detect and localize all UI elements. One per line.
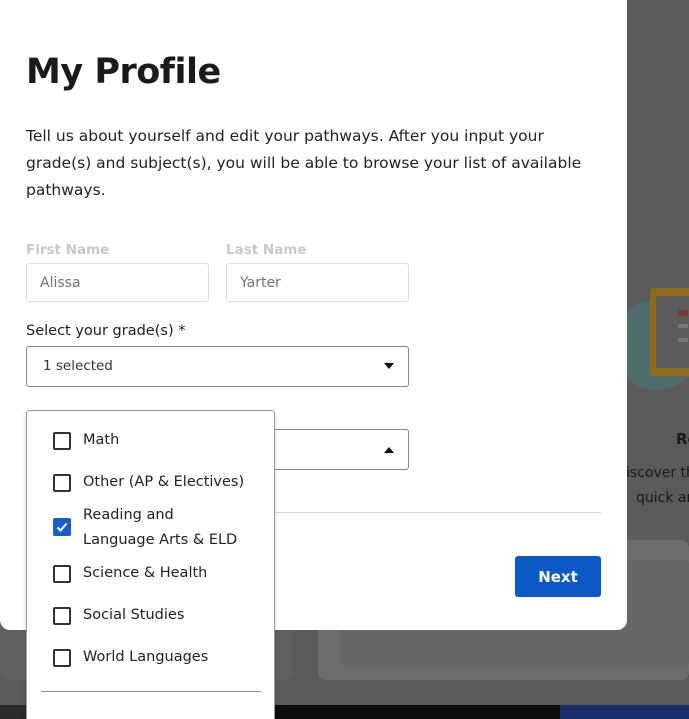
first-name-label: First Name — [26, 242, 110, 258]
chevron-up-icon — [384, 447, 394, 453]
subject-option-math[interactable]: Math — [27, 429, 274, 453]
checkbox-unchecked-icon[interactable] — [53, 565, 71, 583]
modal-divider — [276, 512, 601, 513]
clipboard-illustration-icon — [628, 288, 689, 384]
checkbox-unchecked-icon[interactable] — [53, 432, 71, 450]
page-title: My Profile — [26, 52, 221, 92]
background-card-text: quick ar — [636, 490, 689, 506]
checkbox-unchecked-icon[interactable] — [53, 474, 71, 492]
grade-select-label: Select your grade(s) * — [26, 323, 186, 339]
option-label: Reading and — [83, 507, 174, 523]
modal-description: Tell us about yourself and edit your pat… — [26, 127, 582, 199]
last-name-label: Last Name — [226, 242, 307, 258]
checkbox-checked-icon[interactable] — [53, 518, 71, 536]
grade-select-value: 1 selected — [43, 358, 113, 374]
option-label: Other (AP & Electives) — [83, 474, 245, 490]
background-card-text: iscover th — [626, 465, 689, 481]
option-label: Science & Health — [83, 565, 208, 581]
grade-select[interactable]: 1 selected — [26, 346, 409, 387]
option-label: World Languages — [83, 649, 209, 665]
last-name-input[interactable] — [226, 263, 409, 302]
chevron-down-icon — [384, 363, 394, 369]
next-button[interactable]: Next — [515, 556, 601, 597]
subject-option-other[interactable]: Other (AP & Electives) — [27, 471, 274, 495]
subject-option-science[interactable]: Science & Health — [27, 562, 274, 586]
option-label: Math — [83, 432, 120, 448]
first-name-input[interactable] — [26, 263, 209, 302]
taskbar-segment — [560, 705, 689, 719]
subject-dropdown-menu: Math Other (AP & Electives) Reading and … — [26, 410, 275, 719]
checkbox-unchecked-icon[interactable] — [53, 649, 71, 667]
subject-option-reading[interactable]: Reading and Language Arts & ELD — [27, 504, 274, 556]
dropdown-divider — [41, 691, 261, 692]
checkbox-unchecked-icon[interactable] — [53, 607, 71, 625]
option-label-line2: Language Arts & ELD — [83, 532, 238, 548]
subject-option-social-studies[interactable]: Social Studies — [27, 604, 274, 628]
option-label: Social Studies — [83, 607, 185, 623]
background-card-title: Re — [676, 430, 689, 448]
subject-option-world-languages[interactable]: World Languages — [27, 646, 274, 670]
